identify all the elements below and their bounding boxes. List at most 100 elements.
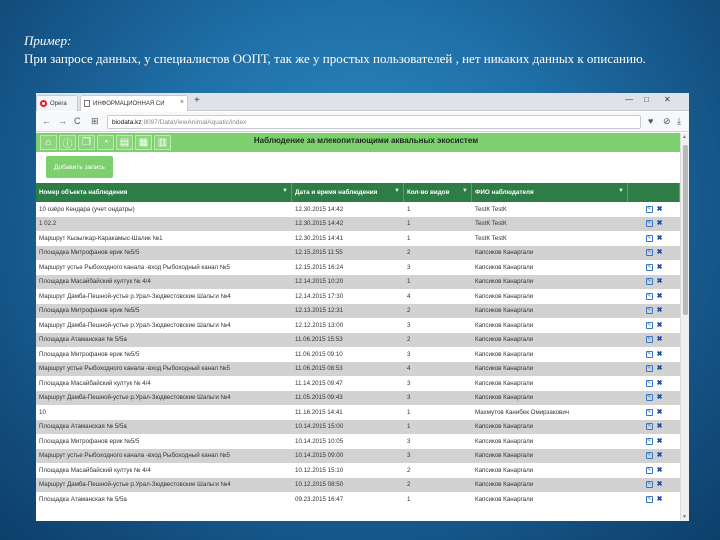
column-header-species-count[interactable]: Кол-во видов ▼ [404, 183, 472, 202]
table-row[interactable]: Площадка Митрофанов ерик №5/5 11.06.2015 … [36, 347, 680, 362]
table-row[interactable]: Маршрут Дамба-Пешной-устье р.Урал-Зюдвес… [36, 289, 680, 304]
maximize-button[interactable]: □ [644, 95, 649, 105]
table-row[interactable]: Маршрут устье Рыбоходного канала -вход Р… [36, 448, 680, 463]
edit-icon[interactable]: ✎ [645, 365, 653, 373]
table-icon[interactable]: ▦ [135, 135, 152, 150]
home-icon[interactable]: ⌂ [40, 135, 57, 150]
filter-icon[interactable]: ▼ [394, 188, 400, 194]
edit-icon[interactable]: ✎ [645, 452, 653, 460]
edit-icon[interactable]: ✎ [645, 249, 653, 257]
close-window-button[interactable]: ✕ [664, 95, 671, 105]
delete-icon[interactable]: ✖ [657, 481, 663, 488]
adblock-icon[interactable]: ⊘ [663, 116, 671, 127]
back-button[interactable]: ← [42, 116, 51, 127]
delete-icon[interactable]: ✖ [657, 467, 663, 474]
delete-icon[interactable]: ✖ [657, 438, 663, 445]
delete-icon[interactable]: ✖ [657, 351, 663, 358]
table-row[interactable]: Площадка Митрофанов ерик №5/5 10.14.2015 … [36, 434, 680, 449]
chart-icon[interactable]: ◔ [97, 135, 114, 150]
add-record-button[interactable]: Добавить запись [46, 156, 113, 178]
edit-icon[interactable]: ✎ [645, 321, 653, 329]
address-bar[interactable]: biodata.kz :8097/DataViewAnimalAquatic/i… [107, 115, 641, 129]
reload-button[interactable]: C [74, 116, 81, 127]
table-row[interactable]: Площадка Масайбайский култук № 4/4 12.14.… [36, 274, 680, 289]
edit-icon[interactable]: ✎ [645, 336, 653, 344]
edit-icon[interactable]: ✎ [645, 466, 653, 474]
tab-active[interactable]: ИНФОРМАЦИОННАЯ СИ × [80, 95, 188, 111]
edit-icon[interactable]: ✎ [645, 234, 653, 242]
delete-icon[interactable]: ✖ [657, 423, 663, 430]
delete-icon[interactable]: ✖ [657, 206, 663, 213]
delete-icon[interactable]: ✖ [657, 322, 663, 329]
forward-button[interactable]: → [58, 116, 67, 127]
column-header-observer[interactable]: ФИО наблюдателя ▼ [472, 183, 628, 202]
delete-icon[interactable]: ✖ [657, 365, 663, 372]
table-row[interactable]: 10 11.16.2015 14:41 1 Махмутов Канибек Омир… [36, 405, 680, 420]
speed-dial-button[interactable]: ⊞ [91, 116, 99, 127]
table-row[interactable]: Площадка Атаманская № 5/5а 10.14.2015 15:… [36, 419, 680, 434]
edit-icon[interactable]: ✎ [645, 394, 653, 402]
edit-icon[interactable]: ✎ [645, 408, 653, 416]
table-row[interactable]: Маршрут устье Рыбоходного канала -вход Р… [36, 260, 680, 275]
delete-icon[interactable]: ✖ [657, 264, 663, 271]
delete-icon[interactable]: ✖ [657, 307, 663, 314]
column-header-date[interactable]: Дата и время наблюдения ▼ [292, 183, 404, 202]
table-row[interactable]: 1 02.2 12.30.2015 14:42 1 TestК TestК ✎ ✖ [36, 216, 680, 231]
delete-icon[interactable]: ✖ [657, 380, 663, 387]
edit-icon[interactable]: ✎ [645, 423, 653, 431]
filter-icon[interactable]: ▼ [282, 188, 288, 194]
table-row[interactable]: Маршрут Кызылкар-Каракамыс-Шалик №1 12.30… [36, 231, 680, 246]
info-icon[interactable]: ⓘ [59, 135, 76, 150]
table-row[interactable]: Маршрут Дамба-Пешной-устье р.Урал-Зюдвес… [36, 477, 680, 492]
delete-icon[interactable]: ✖ [657, 496, 663, 503]
filter-icon[interactable]: ▼ [462, 188, 468, 194]
table-row[interactable]: Маршрут Дамба-Пешной-устье р.Урал-Зюдвес… [36, 318, 680, 333]
scroll-down-icon[interactable]: ▼ [682, 514, 687, 520]
delete-icon[interactable]: ✖ [657, 278, 663, 285]
edit-icon[interactable]: ✎ [645, 220, 653, 228]
edit-icon[interactable]: ✎ [645, 307, 653, 315]
edit-icon[interactable]: ✎ [645, 437, 653, 445]
tab-close-icon[interactable]: × [180, 99, 184, 106]
edit-icon[interactable]: ✎ [645, 481, 653, 489]
new-tab-button[interactable]: + [194, 96, 200, 106]
minimize-button[interactable]: — [625, 95, 633, 105]
document-icon[interactable]: ▤ [116, 135, 133, 150]
table-row[interactable]: 10 озёро Кендара (учет ондатры) 12.30.201… [36, 202, 680, 217]
tab-opera-menu[interactable]: Opera [36, 95, 78, 111]
vertical-scrollbar[interactable]: ▲ ▼ [680, 133, 689, 521]
delete-icon[interactable]: ✖ [657, 452, 663, 459]
edit-icon[interactable]: ✎ [645, 263, 653, 271]
scroll-up-icon[interactable]: ▲ [682, 134, 687, 140]
download-icon[interactable]: ⤓ [677, 116, 681, 127]
book-icon[interactable]: ❒ [78, 135, 95, 150]
table-row[interactable]: Площадка Митрофанов ерик №5/5 12.13.2015 … [36, 303, 680, 318]
table-row[interactable]: Маршрут Дамба-Пешной-устье р.Урал-Зюдвес… [36, 390, 680, 405]
table-row[interactable]: Площадка Масайбайский култук № 4/4 10.12.… [36, 463, 680, 478]
edit-icon[interactable]: ✎ [645, 379, 653, 387]
scrollbar-thumb[interactable] [683, 145, 688, 315]
column-header-object[interactable]: Номер объекта наблюдения ▼ [36, 183, 292, 202]
bookmark-heart-icon[interactable]: ♥ [648, 116, 653, 127]
edit-icon[interactable]: ✎ [645, 292, 653, 300]
delete-icon[interactable]: ✖ [657, 409, 663, 416]
delete-icon[interactable]: ✖ [657, 293, 663, 300]
table-row[interactable]: Площадка Митрофанов ерик №5/5 12.15.2015 … [36, 245, 680, 260]
cell-date: 12.12.2015 13:00 [295, 321, 344, 329]
bar-chart-icon[interactable]: ▥ [154, 135, 171, 150]
edit-icon[interactable]: ✎ [645, 495, 653, 503]
delete-icon[interactable]: ✖ [657, 336, 663, 343]
table-row[interactable]: Площадка Атаманская № 5/5а 09.23.2015 16:… [36, 492, 680, 507]
table-row[interactable]: Площадка Масайбайский култук № 4/4 11.14.… [36, 376, 680, 391]
edit-icon[interactable]: ✎ [645, 278, 653, 286]
edit-icon[interactable]: ✎ [645, 205, 653, 213]
delete-icon[interactable]: ✖ [657, 249, 663, 256]
delete-icon[interactable]: ✖ [657, 235, 663, 242]
table-row[interactable]: Маршрут устье Рыбоходного канала -вход Р… [36, 361, 680, 376]
filter-icon[interactable]: ▼ [618, 188, 624, 194]
cell-actions: ✎ ✖ [628, 463, 680, 478]
table-row[interactable]: Площадка Атаманская № 5/5а 11.06.2015 15:… [36, 332, 680, 347]
delete-icon[interactable]: ✖ [657, 394, 663, 401]
delete-icon[interactable]: ✖ [657, 220, 663, 227]
edit-icon[interactable]: ✎ [645, 350, 653, 358]
